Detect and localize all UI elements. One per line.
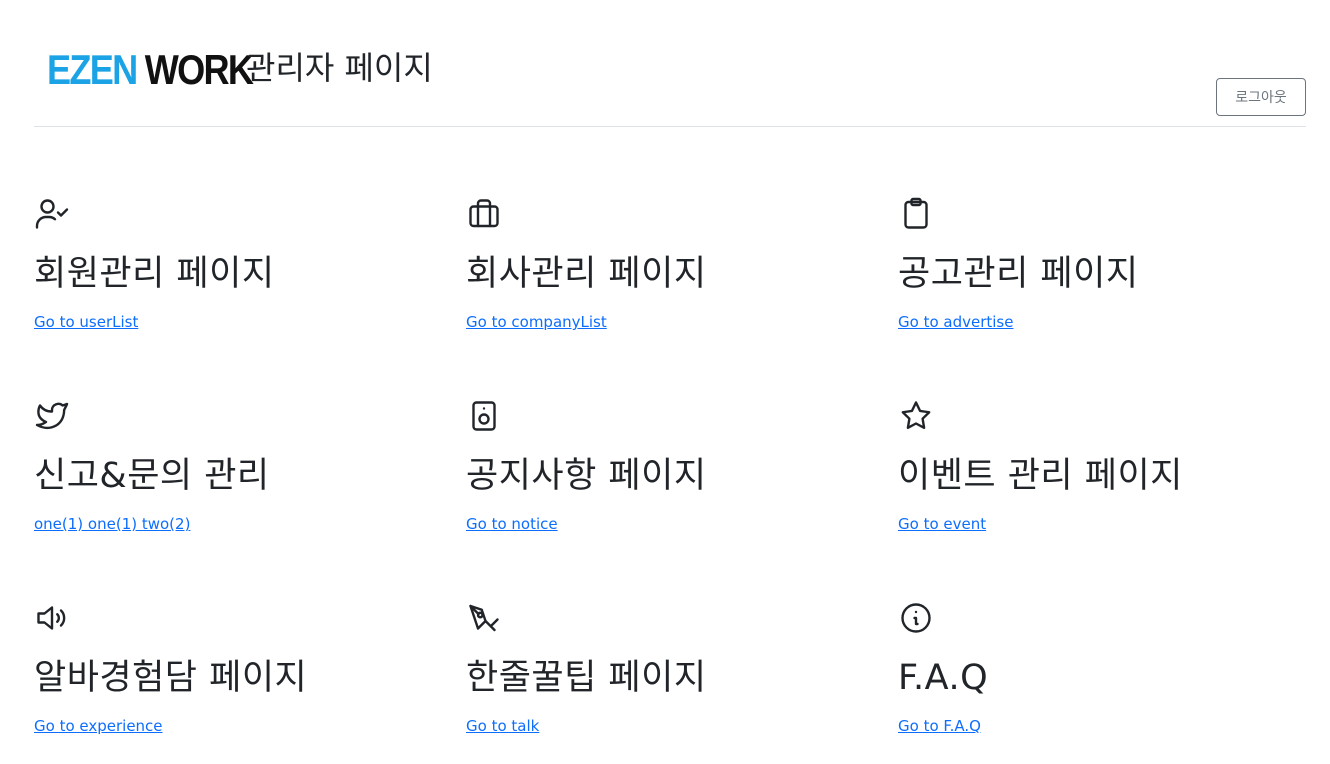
card-tips: 한줄꿀팁 페이지 Go to talk bbox=[466, 600, 898, 764]
speaker-icon bbox=[466, 398, 502, 434]
card-event-management: 이벤트 관리 페이지 Go to event bbox=[898, 398, 1330, 600]
card-link[interactable]: Go to event bbox=[898, 514, 986, 534]
card-link[interactable]: one(1) one(1) two(2) bbox=[34, 514, 190, 534]
card-title: 회사관리 페이지 bbox=[466, 254, 707, 294]
card-title: 알바경험담 페이지 bbox=[34, 658, 308, 698]
card-title: 공지사항 페이지 bbox=[466, 456, 707, 496]
card-title: F.A.Q bbox=[898, 658, 989, 698]
card-title: 회원관리 페이지 bbox=[34, 254, 275, 294]
star-icon bbox=[898, 398, 934, 434]
card-user-management: 회원관리 페이지 Go to userList bbox=[34, 196, 466, 398]
info-icon bbox=[898, 600, 934, 636]
card-company-management: 회사관리 페이지 Go to companyList bbox=[466, 196, 898, 398]
card-experience: 알바경험담 페이지 Go to experience bbox=[34, 600, 466, 764]
card-link[interactable]: Go to talk bbox=[466, 716, 539, 736]
logout-button[interactable]: 로그아웃 bbox=[1216, 78, 1306, 116]
card-link[interactable]: Go to advertise bbox=[898, 312, 1013, 332]
twitter-icon bbox=[34, 398, 70, 434]
card-link[interactable]: Go to experience bbox=[34, 716, 163, 736]
clipboard-icon bbox=[898, 196, 934, 232]
user-check-icon bbox=[34, 196, 70, 232]
card-link[interactable]: Go to userList bbox=[34, 312, 138, 332]
logo[interactable]: EZEN WORK bbox=[47, 46, 254, 94]
card-title: 신고&문의 관리 bbox=[34, 456, 270, 496]
header: EZEN WORK 관리자 페이지 로그아웃 bbox=[34, 0, 1306, 127]
volume-icon bbox=[34, 600, 70, 636]
card-faq: F.A.Q Go to F.A.Q bbox=[898, 600, 1330, 764]
card-title: 공고관리 페이지 bbox=[898, 254, 1139, 294]
briefcase-icon bbox=[466, 196, 502, 232]
card-title: 이벤트 관리 페이지 bbox=[898, 456, 1183, 496]
card-title: 한줄꿀팁 페이지 bbox=[466, 658, 707, 698]
card-notice: 공지사항 페이지 Go to notice bbox=[466, 398, 898, 600]
card-link[interactable]: Go to companyList bbox=[466, 312, 607, 332]
card-posting-management: 공고관리 페이지 Go to advertise bbox=[898, 196, 1330, 398]
logo-text-work: WORK bbox=[144, 46, 254, 93]
page-title: 관리자 페이지 bbox=[246, 49, 433, 87]
logo-text-ezen: EZEN bbox=[47, 46, 138, 93]
card-report-inquiry: 신고&문의 관리 one(1) one(1) two(2) bbox=[34, 398, 466, 600]
card-link[interactable]: Go to F.A.Q bbox=[898, 716, 981, 736]
admin-menu-grid: 회원관리 페이지 Go to userList 회사관리 페이지 Go to c… bbox=[34, 196, 1330, 764]
card-link[interactable]: Go to notice bbox=[466, 514, 558, 534]
pen-tool-icon bbox=[466, 600, 502, 636]
